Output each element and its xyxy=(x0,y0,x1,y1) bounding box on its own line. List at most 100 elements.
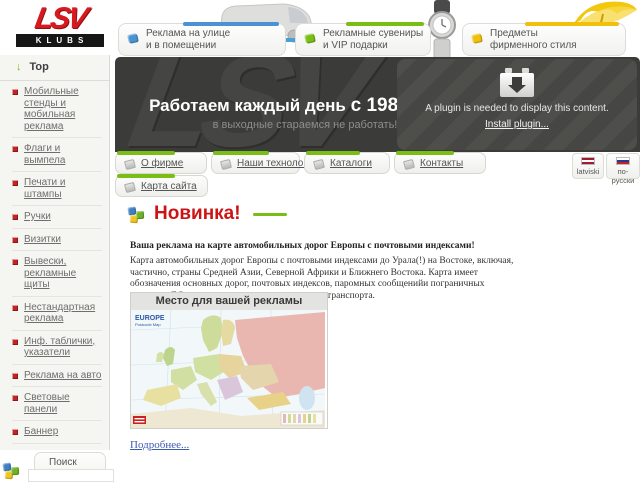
nav-tab-catalogs[interactable]: Каталоги xyxy=(304,152,390,174)
blue-cube-icon xyxy=(127,33,139,44)
sidebar-item-label: Флаги и вымпела xyxy=(24,143,102,166)
russian-flag-icon xyxy=(616,157,630,165)
news-header: Новинка! xyxy=(128,203,287,225)
red-square-bullet-icon xyxy=(12,305,18,311)
sidebar-item-signboards[interactable]: Вывески, рекламные щиты xyxy=(12,251,102,297)
tab-label-line1: Предметы xyxy=(490,28,538,39)
tab-accent-bar xyxy=(183,22,279,26)
search-input[interactable] xyxy=(28,469,114,482)
sidebar-item-label: Визитки xyxy=(24,234,61,246)
sidebar-item-light-panels[interactable]: Световые панели xyxy=(12,387,102,421)
red-square-bullet-icon xyxy=(12,259,18,265)
header-banner: LSV Работаем каждый день с 1988 года, в … xyxy=(115,57,640,152)
search-label: Поиск xyxy=(49,457,77,468)
install-plugin-link[interactable]: Install plugin... xyxy=(485,119,549,130)
colored-blocks-icon xyxy=(128,205,146,223)
latvian-flag-icon xyxy=(581,157,595,165)
tab-label-line1: Рекламные сувениры xyxy=(323,28,423,39)
sidebar-item-label: Мобильные стенды и мобильная реклама xyxy=(24,86,102,132)
nav-tab-label: Каталоги xyxy=(330,158,372,169)
sidebar-item-label: Консультации рекламного специалиста xyxy=(24,449,102,451)
sidebar-item-label: Печати и штампы xyxy=(24,177,102,200)
sidebar-item-flags[interactable]: Флаги и вымпела xyxy=(12,138,102,172)
sidebar-top-label: Top xyxy=(30,61,49,73)
tab-label-line2: и VIP подарки xyxy=(323,40,388,51)
read-more-link[interactable]: Подробнее... xyxy=(130,439,189,451)
tab-accent-bar xyxy=(525,22,619,26)
nav-tab-sitemap[interactable]: Карта сайта xyxy=(115,175,208,197)
europe-map-figure[interactable]: Место для вашей рекламы EUROPE Pos xyxy=(130,292,328,429)
banner-slogan-text: Работаем каждый день xyxy=(149,96,346,115)
sidebar: ↓ Top Мобильные стенды и мобильная реклам… xyxy=(0,55,110,450)
tab-accent-bar xyxy=(396,151,454,155)
svg-text:Postcode Map: Postcode Map xyxy=(135,322,161,327)
nav-tab-technologies[interactable]: Наши технологии xyxy=(211,152,300,174)
red-square-bullet-icon xyxy=(12,89,18,95)
sidebar-item-banner[interactable]: Баннер xyxy=(12,421,102,444)
sidebar-item-vehicle-ads[interactable]: Реклама на авто xyxy=(12,365,102,388)
sidebar-item-label: Реклама на авто xyxy=(24,370,101,382)
sidebar-item-nonstandard-ads[interactable]: Нестандартная реклама xyxy=(12,297,102,331)
nav-tab-label: Контакты xyxy=(420,158,463,169)
nav-tab-label: Карта сайта xyxy=(141,181,197,192)
svg-text:EUROPE: EUROPE xyxy=(135,315,165,322)
sidebar-item-label: Световые панели xyxy=(24,392,102,415)
tab-label-line2: и в помещении xyxy=(146,40,216,51)
news-title: Новинка! xyxy=(154,203,241,225)
tab-label-line2: фирменного стиля xyxy=(490,40,577,51)
down-arrow-icon: ↓ xyxy=(16,61,22,73)
red-square-bullet-icon xyxy=(12,373,18,379)
tab-accent-bar xyxy=(306,151,360,155)
site-logo[interactable]: LSV KLUBS xyxy=(16,4,104,47)
sidebar-item-business-cards[interactable]: Визитки xyxy=(12,229,102,252)
red-square-bullet-icon xyxy=(12,146,18,152)
sidebar-item-mobile-stands[interactable]: Мобильные стенды и мобильная реклама xyxy=(12,81,102,138)
nav-tab-contacts[interactable]: Контакты xyxy=(394,152,486,174)
plugin-icon xyxy=(500,73,534,97)
sidebar-top-header[interactable]: ↓ Top xyxy=(0,55,109,81)
sidebar-item-info-plates[interactable]: Инф. таблички, указатели xyxy=(12,331,102,365)
tab-accent-bar xyxy=(213,151,269,155)
article-lead: Ваша реклама на карте автомобильных доро… xyxy=(130,241,530,251)
tab-outdoor-indoor-ads[interactable]: Реклама на улице и в помещении xyxy=(118,23,286,56)
cube-icon xyxy=(220,159,232,170)
red-square-bullet-icon xyxy=(12,429,18,435)
language-label: по-русски xyxy=(612,167,635,185)
europe-map-image: EUROPE Postcode Map xyxy=(131,310,325,428)
red-square-bullet-icon xyxy=(12,339,18,345)
map-caption: Место для вашей рекламы xyxy=(131,293,327,310)
green-dash-decoration xyxy=(253,213,287,216)
yellow-cube-icon xyxy=(471,33,483,44)
sidebar-item-label: Баннер xyxy=(24,426,58,438)
sidebar-item-consulting[interactable]: Консультации рекламного специалиста xyxy=(12,444,102,451)
tab-souvenirs-vip[interactable]: Рекламные сувениры и VIP подарки xyxy=(295,23,431,56)
tab-accent-bar xyxy=(117,174,175,178)
red-square-bullet-icon xyxy=(12,214,18,220)
cube-icon xyxy=(124,159,136,170)
logo-lsv-text: LSV xyxy=(13,4,106,34)
tab-accent-bar xyxy=(117,151,175,155)
download-arrow-icon xyxy=(512,77,522,85)
nav-tab-label: О фирме xyxy=(141,158,183,169)
red-square-bullet-icon xyxy=(12,237,18,243)
language-label: latviski xyxy=(577,167,600,176)
cube-icon xyxy=(403,159,415,170)
sidebar-item-label: Ручки xyxy=(24,211,51,223)
sidebar-item-label: Нестандартная реклама xyxy=(24,302,102,325)
nav-tab-about[interactable]: О фирме xyxy=(115,152,207,174)
tab-accent-bar xyxy=(346,22,424,26)
plugin-message: A plugin is needed to display this conte… xyxy=(422,103,612,115)
language-russian-button[interactable]: по-русски xyxy=(606,153,640,179)
sidebar-item-stamps[interactable]: Печати и штампы xyxy=(12,172,102,206)
plugin-placeholder: A plugin is needed to display this conte… xyxy=(397,59,637,150)
language-latvian-button[interactable]: latviski xyxy=(572,153,604,179)
green-cube-icon xyxy=(304,33,316,44)
sidebar-item-pens[interactable]: Ручки xyxy=(12,206,102,229)
tab-label-line1: Реклама на улице xyxy=(146,28,230,39)
tab-corporate-style[interactable]: Предметы фирменного стиля xyxy=(462,23,626,56)
sidebar-item-label: Вывески, рекламные щиты xyxy=(24,256,102,291)
red-square-bullet-icon xyxy=(12,180,18,186)
red-square-bullet-icon xyxy=(12,395,18,401)
colored-blocks-icon xyxy=(3,461,21,479)
cube-icon xyxy=(124,182,136,193)
